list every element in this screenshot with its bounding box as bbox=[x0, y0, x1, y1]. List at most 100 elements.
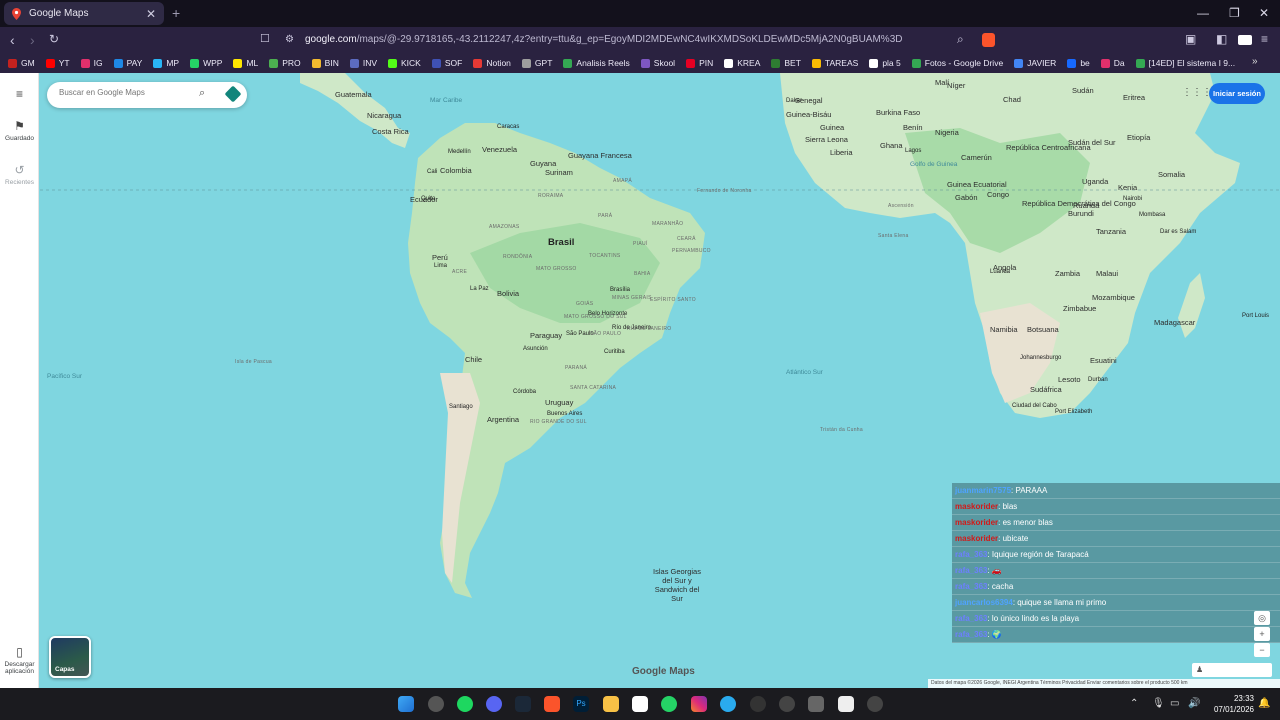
map-label-country[interactable]: Guatemala bbox=[335, 90, 372, 99]
map-label-city[interactable]: Córdoba bbox=[513, 389, 536, 395]
search-icon[interactable]: ⌕ bbox=[199, 87, 205, 100]
apps-grid-icon[interactable]: ⋮⋮⋮ bbox=[1182, 87, 1212, 98]
chat-username[interactable]: rafa_363 bbox=[955, 566, 987, 575]
instagram-icon[interactable] bbox=[691, 696, 707, 712]
obs-icon[interactable] bbox=[867, 696, 883, 712]
map-label-country[interactable]: Mozambique bbox=[1092, 293, 1135, 302]
map-label-city[interactable]: Dakar bbox=[786, 98, 802, 104]
map-label-country[interactable]: Chile bbox=[465, 355, 482, 364]
map-label-city[interactable]: Ciudad del Cabo bbox=[1012, 403, 1057, 409]
map-label-city[interactable]: Lagos bbox=[905, 148, 921, 154]
bookmark-item[interactable]: Da bbox=[1100, 58, 1125, 68]
my-location-icon[interactable]: ◎ bbox=[1254, 611, 1270, 625]
wallet-icon[interactable] bbox=[1238, 35, 1252, 45]
map-label-country[interactable]: Chad bbox=[1003, 95, 1021, 104]
directions-icon[interactable] bbox=[224, 85, 242, 103]
bookmark-item[interactable]: pla 5 bbox=[869, 58, 901, 68]
bookmark-item[interactable]: Analisis Reels bbox=[563, 58, 630, 68]
capcut-icon[interactable] bbox=[838, 696, 854, 712]
notifications-icon[interactable]: 🔔 bbox=[1258, 698, 1270, 709]
bookmark-item[interactable]: Notion bbox=[473, 58, 511, 68]
bookmark-item[interactable]: INV bbox=[349, 58, 377, 68]
recent-button[interactable]: ↺ Recientes bbox=[0, 163, 39, 186]
map-label-country[interactable]: Nicaragua bbox=[367, 111, 401, 120]
map-label-country[interactable]: Bolivia bbox=[497, 289, 519, 298]
download-app-button[interactable]: ▯ Descargar aplicación bbox=[0, 645, 39, 675]
map-label-country[interactable]: Benín bbox=[903, 123, 923, 132]
tab-google-maps[interactable]: Google Maps ✕ bbox=[4, 2, 164, 25]
map-label-city[interactable]: Buenos Aires bbox=[547, 411, 582, 417]
chat-username[interactable]: rafa_363 bbox=[955, 630, 987, 639]
map-label-country[interactable]: Costa Rica bbox=[372, 127, 409, 136]
map-label-country[interactable]: Guinea bbox=[820, 123, 844, 132]
volume-icon[interactable]: 🔊 bbox=[1188, 698, 1200, 709]
media-icon[interactable]: ▣ bbox=[1185, 32, 1196, 46]
map-label-country[interactable]: Ghana bbox=[880, 141, 903, 150]
search-input[interactable] bbox=[59, 88, 199, 97]
map-label-country[interactable]: Namibia bbox=[990, 325, 1018, 334]
street-view-control[interactable]: ♟ bbox=[1192, 663, 1272, 677]
chat-username[interactable]: juancarlos6394 bbox=[955, 598, 1013, 607]
map-label-country[interactable]: Argentina bbox=[487, 415, 519, 424]
spotify-icon[interactable] bbox=[457, 696, 473, 712]
map-label-country[interactable]: Guinea Ecuatorial bbox=[947, 180, 1007, 189]
chat-username[interactable]: juanmarin7575 bbox=[955, 486, 1011, 495]
bookmark-item[interactable]: MP bbox=[153, 58, 179, 68]
map-label-country[interactable]: Botsuana bbox=[1027, 325, 1059, 334]
chat-username[interactable]: rafa_363 bbox=[955, 614, 987, 623]
map-label-city[interactable]: Luanda bbox=[990, 269, 1010, 275]
map-label-country[interactable]: Perú bbox=[432, 253, 448, 262]
map-label-country[interactable]: Surinam bbox=[545, 168, 573, 177]
map-label-city[interactable]: Dar es Salam bbox=[1160, 229, 1196, 235]
map-label-city[interactable]: Brasília bbox=[610, 287, 630, 293]
site-settings-icon[interactable]: ⚙ bbox=[285, 34, 294, 45]
discord-icon[interactable] bbox=[486, 696, 502, 712]
map-label-country[interactable]: Gabón bbox=[955, 193, 978, 202]
bookmark-item[interactable]: IG bbox=[80, 58, 103, 68]
map-label-city[interactable]: Mombasa bbox=[1139, 212, 1165, 218]
file-explorer-icon[interactable] bbox=[603, 696, 619, 712]
back-icon[interactable]: ‹ bbox=[10, 32, 15, 48]
bookmark-item[interactable]: [14ED] El sistema I 9... bbox=[1135, 58, 1235, 68]
bookmark-item[interactable]: ML bbox=[233, 58, 258, 68]
map-label-country[interactable]: Sierra Leona bbox=[805, 135, 848, 144]
app-icon[interactable] bbox=[750, 696, 766, 712]
map-label-country[interactable]: Uruguay bbox=[545, 398, 573, 407]
bookmark-item[interactable]: Fotos - Google Drive bbox=[911, 58, 1003, 68]
bookmark-item[interactable]: PIN bbox=[686, 58, 713, 68]
start-icon[interactable] bbox=[398, 696, 414, 712]
map-label-city[interactable]: Caracas bbox=[497, 124, 519, 130]
map-label-city[interactable]: Johannesburgo bbox=[1020, 355, 1061, 361]
map-label-country[interactable]: Tanzania bbox=[1096, 227, 1126, 236]
settings-icon[interactable] bbox=[779, 696, 795, 712]
photoshop-icon[interactable]: Ps bbox=[573, 696, 589, 712]
chat-username[interactable]: maskorider bbox=[955, 518, 998, 527]
map-label-country[interactable]: Burkina Faso bbox=[876, 108, 920, 117]
bookmark-item[interactable]: YT bbox=[45, 58, 70, 68]
map-label-country[interactable]: Congo bbox=[987, 190, 1009, 199]
signin-button[interactable]: Iniciar sesión bbox=[1209, 83, 1265, 104]
whatsapp-icon[interactable] bbox=[661, 696, 677, 712]
map-label-city[interactable]: Quito bbox=[421, 196, 435, 202]
minimize-icon[interactable]: — bbox=[1197, 6, 1209, 20]
tray-chevron-icon[interactable]: ⌃ bbox=[1130, 698, 1138, 709]
bookmark-item[interactable]: KICK bbox=[388, 58, 421, 68]
map-label-country[interactable]: Uganda bbox=[1082, 177, 1108, 186]
map-label-country[interactable]: Etiopía bbox=[1127, 133, 1150, 142]
reload-icon[interactable]: ↻ bbox=[49, 32, 59, 46]
more-bookmarks-icon[interactable]: » bbox=[1252, 56, 1258, 67]
steam-icon[interactable] bbox=[515, 696, 531, 712]
bookmark-item[interactable]: GPT bbox=[521, 58, 552, 68]
map-label-city[interactable]: Medellín bbox=[448, 149, 471, 155]
map-label-country[interactable]: Somalia bbox=[1158, 170, 1185, 179]
bookmark-item[interactable]: KREA bbox=[724, 58, 760, 68]
map-label-country[interactable]: Colombia bbox=[440, 166, 472, 175]
map-label-brazil[interactable]: Brasil bbox=[548, 237, 574, 248]
sidebar-icon[interactable]: ◧ bbox=[1216, 32, 1227, 46]
map-label-country[interactable]: Níger bbox=[947, 81, 965, 90]
map-label-city[interactable]: La Paz bbox=[470, 286, 489, 292]
bookmark-item[interactable]: BIN bbox=[311, 58, 339, 68]
url-field[interactable]: google.com/maps/@-29.9718165,-43.2112247… bbox=[305, 34, 902, 45]
chrome-icon[interactable] bbox=[428, 696, 444, 712]
map-label-country[interactable]: Sudáfrica bbox=[1030, 385, 1062, 394]
